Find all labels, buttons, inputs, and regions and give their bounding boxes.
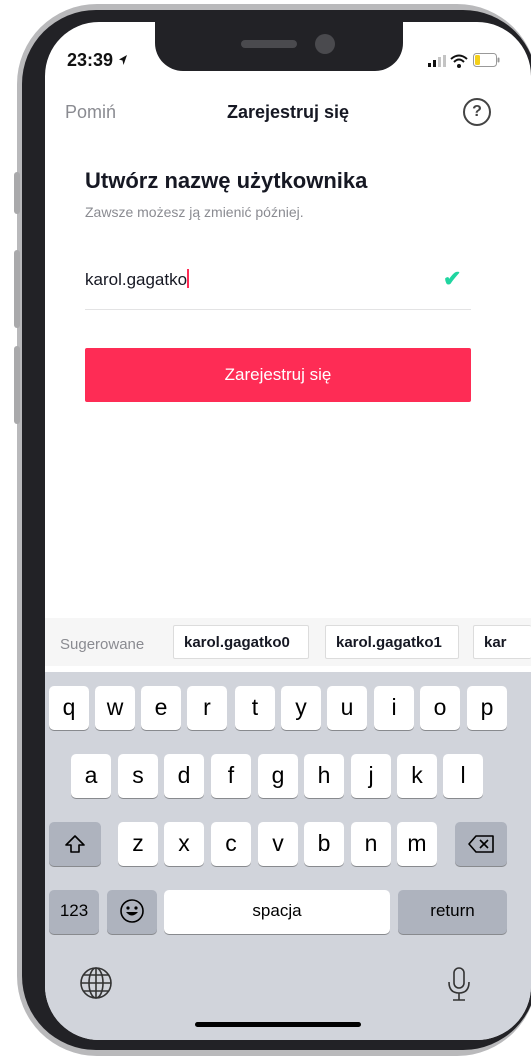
clock-text: 23:39 [67,50,114,70]
backspace-icon [468,835,494,853]
front-camera [315,34,335,54]
username-input[interactable]: karol.gagatko [85,269,190,290]
key-n[interactable]: n [351,822,391,866]
key-h[interactable]: h [304,754,344,798]
key-d[interactable]: d [164,754,204,798]
suggestion-chip[interactable]: karol.gagatko1 [325,625,459,659]
microphone-icon[interactable] [445,966,473,1007]
key-f[interactable]: f [211,754,251,798]
key-b[interactable]: b [304,822,344,866]
numbers-key[interactable]: 123 [49,890,99,934]
key-a[interactable]: a [71,754,111,798]
key-v[interactable]: v [258,822,298,866]
emoji-icon [120,899,144,923]
input-underline [85,309,471,310]
signal-icon [428,55,446,67]
suggestion-chip[interactable]: karol.gagatko0 [173,625,309,659]
emoji-key[interactable] [107,890,157,934]
key-g[interactable]: g [258,754,298,798]
text-cursor [187,269,190,288]
register-button[interactable]: Zarejestruj się [85,348,471,402]
key-j[interactable]: j [351,754,391,798]
key-e[interactable]: e [141,686,181,730]
key-i[interactable]: i [374,686,414,730]
speaker [241,40,297,48]
form-heading: Utwórz nazwę użytkownika [85,168,368,193]
username-value: karol.gagatko [85,270,188,289]
home-indicator[interactable] [195,1022,361,1027]
page-title: Zarejestruj się [226,102,350,122]
shift-key[interactable] [49,822,101,866]
notch [155,22,403,71]
wifi-icon [450,54,468,68]
phone-screen: 23:39 Pomiń Zarejestruj się ? Utwórz naz… [45,22,531,1040]
key-q[interactable]: q [49,686,89,730]
status-time: 23:39 [67,50,128,71]
key-y[interactable]: y [281,686,321,730]
valid-check-icon: ✔ [443,266,462,291]
key-t[interactable]: t [235,686,275,730]
globe-icon[interactable] [79,966,113,1005]
keyboard: q w e r t y u i o p a s d f g h j k l z … [45,672,531,1040]
key-m[interactable]: m [397,822,437,866]
shift-icon [65,835,85,853]
key-o[interactable]: o [420,686,460,730]
key-s[interactable]: s [118,754,158,798]
suggestions-label: Sugerowane [60,636,145,653]
key-k[interactable]: k [397,754,437,798]
backspace-key[interactable] [455,822,507,866]
form-subheading: Zawsze możesz ją zmienić później. [85,204,304,220]
key-p[interactable]: p [467,686,507,730]
key-z[interactable]: z [118,822,158,866]
location-arrow-icon [119,55,128,65]
key-l[interactable]: l [443,754,483,798]
mute-switch [14,172,20,214]
volume-down-button [14,346,20,424]
key-w[interactable]: w [95,686,135,730]
key-u[interactable]: u [327,686,367,730]
return-key[interactable]: return [398,890,507,934]
key-c[interactable]: c [211,822,251,866]
key-x[interactable]: x [164,822,204,866]
suggestion-chip[interactable]: kar [473,625,531,659]
battery-icon [473,53,500,67]
volume-up-button [14,250,20,328]
space-key[interactable]: spacja [164,890,390,934]
key-r[interactable]: r [187,686,227,730]
help-icon[interactable]: ? [463,98,491,126]
